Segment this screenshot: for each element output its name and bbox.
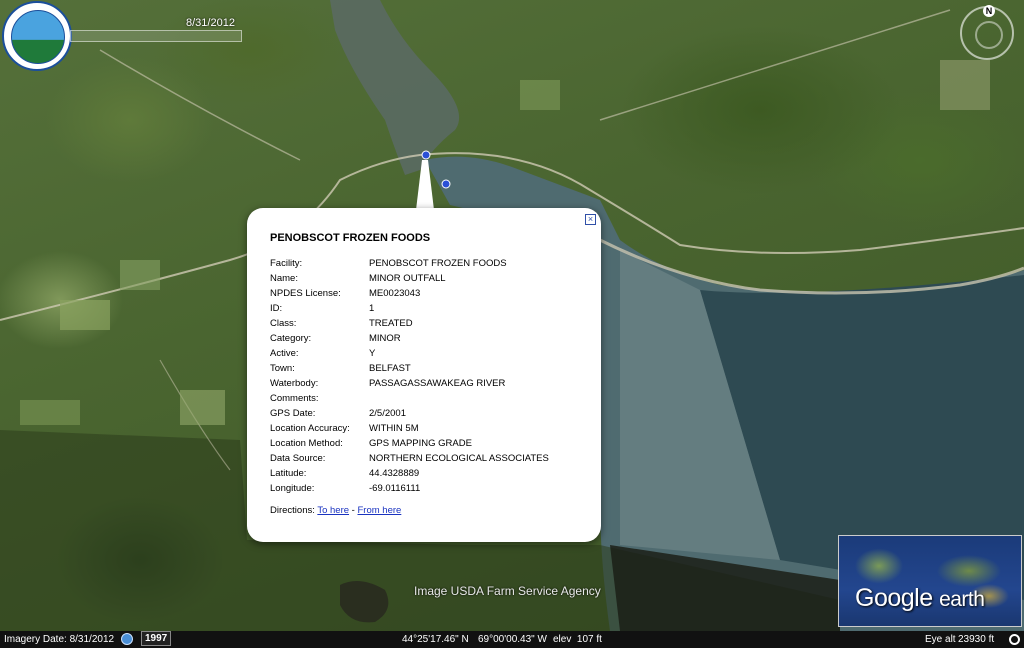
field-value: -69.0116111 bbox=[369, 483, 421, 494]
historical-year[interactable]: 1997 bbox=[141, 631, 172, 646]
field-label: Data Source: bbox=[270, 453, 326, 464]
table-row: GPS Date: 2/5/2001 bbox=[270, 406, 549, 421]
road bbox=[99, 49, 301, 161]
longitude-readout: 69°00'00.43" W bbox=[478, 634, 547, 645]
road bbox=[599, 9, 951, 121]
table-row: Facility: PENOBSCOT FROZEN FOODS bbox=[270, 256, 549, 271]
table-row: Class: TREATED bbox=[270, 316, 549, 331]
directions-separator: - bbox=[351, 505, 355, 516]
streaming-icon bbox=[1009, 634, 1020, 645]
field-value: 2/5/2001 bbox=[369, 408, 406, 419]
field-value: TREATED bbox=[369, 318, 413, 329]
from-here-link[interactable]: From here bbox=[357, 505, 401, 516]
field bbox=[60, 300, 110, 330]
field-label: Active: bbox=[270, 348, 299, 359]
compass-ring[interactable] bbox=[975, 21, 1003, 49]
google-earth-logo: Google earth bbox=[838, 535, 1022, 627]
table-row: Latitude: 44.4328889 bbox=[270, 466, 549, 481]
field-value: NORTHERN ECOLOGICAL ASSOCIATES bbox=[369, 453, 549, 464]
placemark-icon[interactable] bbox=[421, 150, 431, 160]
table-row: Longitude: -69.0116111 bbox=[270, 481, 549, 496]
to-here-link[interactable]: To here bbox=[317, 505, 349, 516]
field bbox=[180, 390, 225, 425]
field-label: Waterbody: bbox=[270, 378, 319, 389]
table-row: Active: Y bbox=[270, 346, 549, 361]
field-label: Category: bbox=[270, 333, 312, 344]
placemark-icon[interactable] bbox=[441, 179, 451, 189]
compass-icon[interactable]: N bbox=[960, 5, 1014, 60]
table-row: Town: BELFAST bbox=[270, 361, 549, 376]
field-label: Facility: bbox=[270, 258, 303, 269]
table-row: Waterbody: PASSAGASSAWAKEAG RIVER bbox=[270, 376, 549, 391]
table-row: Data Source: NORTHERN ECOLOGICAL ASSOCIAT… bbox=[270, 451, 549, 466]
field-label: Location Accuracy: bbox=[270, 423, 350, 434]
river bbox=[330, 0, 460, 175]
field-value: PASSAGASSAWAKEAG RIVER bbox=[369, 378, 506, 389]
imagery-date: Imagery Date: 8/31/2012 bbox=[4, 634, 115, 645]
field-label: NPDES License: bbox=[270, 288, 341, 299]
close-icon[interactable]: × bbox=[585, 214, 596, 225]
latitude-readout: 44°25'17.46" N bbox=[402, 634, 469, 645]
field-value: MINOR bbox=[369, 333, 401, 344]
imagery-date-stamp: 8/31/2012 bbox=[186, 17, 235, 29]
table-row: Location Method: GPS MAPPING GRADE bbox=[270, 436, 549, 451]
field-value: GPS MAPPING GRADE bbox=[369, 438, 472, 449]
department-logo bbox=[2, 1, 72, 71]
field-value: WITHIN 5M bbox=[369, 423, 419, 434]
directions: Directions: To here - From here bbox=[270, 505, 401, 516]
google-earth-wordmark: Google earth bbox=[855, 584, 985, 613]
field-label: Latitude: bbox=[270, 468, 307, 479]
field-value: MINOR OUTFALL bbox=[369, 273, 446, 284]
field-label: Comments: bbox=[270, 393, 319, 404]
clock-icon[interactable] bbox=[121, 633, 133, 645]
field-label: Class: bbox=[270, 318, 297, 329]
field-value: 1 bbox=[369, 303, 375, 314]
table-row: NPDES License: ME0023043 bbox=[270, 286, 549, 301]
field-label: GPS Date: bbox=[270, 408, 316, 419]
table-row: Name: MINOR OUTFALL bbox=[270, 271, 549, 286]
field-value: PENOBSCOT FROZEN FOODS bbox=[369, 258, 507, 269]
imagery-source: Image USDA Farm Service Agency bbox=[414, 584, 601, 598]
north-label[interactable]: N bbox=[983, 5, 995, 17]
attribute-table: Facility: PENOBSCOT FROZEN FOODS Name: MINO… bbox=[270, 256, 549, 496]
field-label: ID: bbox=[270, 303, 283, 314]
eye-altitude-value: 23930 ft bbox=[958, 634, 995, 645]
field-value: ME0023043 bbox=[369, 288, 421, 299]
bird-emblem-icon bbox=[11, 10, 65, 64]
table-row: Comments: bbox=[270, 391, 549, 406]
table-row: Location Accuracy: WITHIN 5M bbox=[270, 421, 549, 436]
eye-altitude-label: Eye alt bbox=[925, 634, 956, 645]
field bbox=[940, 60, 990, 110]
popup-title: PENOBSCOT FROZEN FOODS bbox=[270, 232, 431, 244]
elevation-readout: elev 107 ft bbox=[553, 634, 602, 645]
field bbox=[520, 80, 560, 110]
field-label: Longitude: bbox=[270, 483, 315, 494]
field-value: BELFAST bbox=[369, 363, 411, 374]
field-label: Name: bbox=[270, 273, 298, 284]
logo-brand: Google bbox=[855, 584, 933, 612]
field-label: Town: bbox=[270, 363, 295, 374]
table-row: Category: MINOR bbox=[270, 331, 549, 346]
directions-label: Directions: bbox=[270, 505, 315, 516]
info-popup: × PENOBSCOT FROZEN FOODS Facility: PENOBS… bbox=[247, 208, 601, 542]
field-label: Location Method: bbox=[270, 438, 343, 449]
imagery-stamp-bar bbox=[70, 30, 242, 42]
field-value: Y bbox=[369, 348, 376, 359]
status-bar: Imagery Date: 8/31/2012 1997 44°25'17.46… bbox=[0, 631, 1024, 648]
logo-product: earth bbox=[939, 588, 985, 611]
field bbox=[20, 400, 80, 425]
field bbox=[120, 260, 160, 290]
table-row: ID: 1 bbox=[270, 301, 549, 316]
field-value bbox=[369, 391, 549, 406]
field-value: 44.4328889 bbox=[369, 468, 420, 479]
